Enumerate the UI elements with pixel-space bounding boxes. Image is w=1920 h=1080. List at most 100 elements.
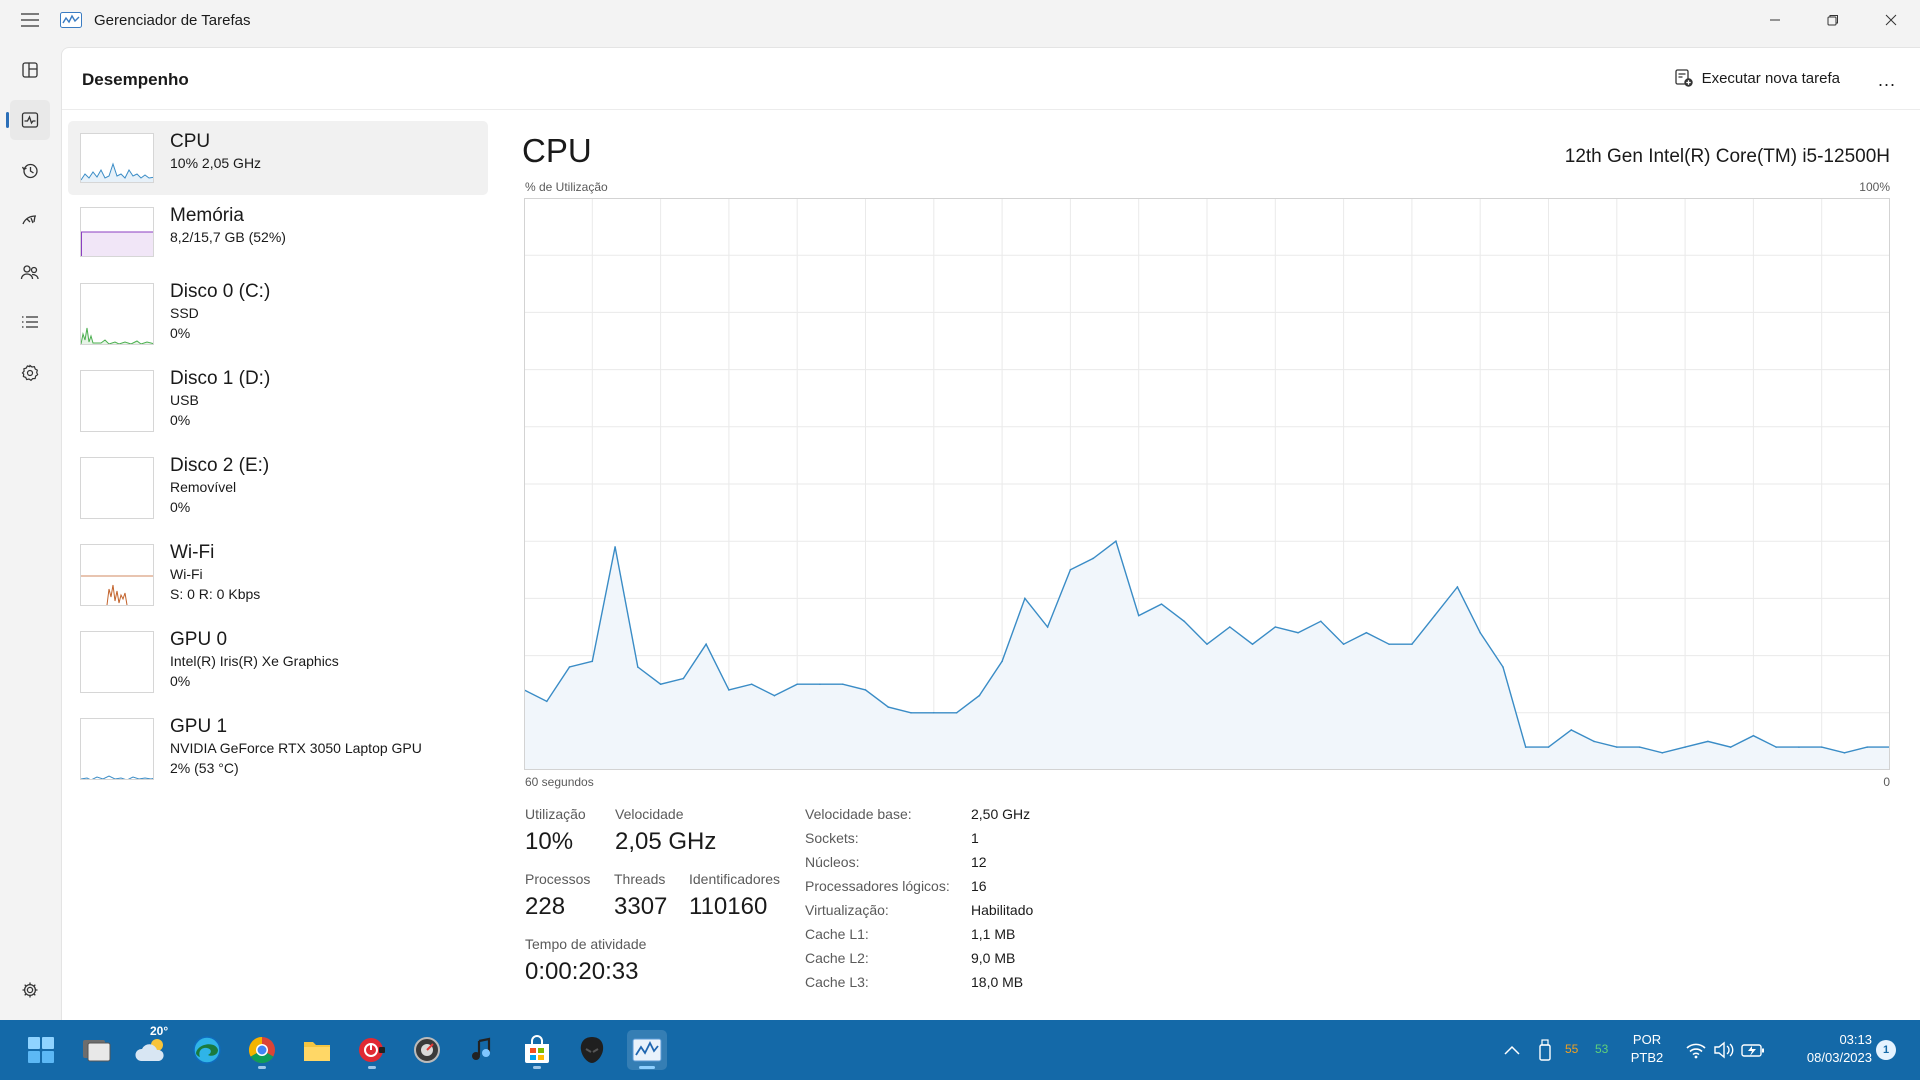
start-button[interactable]	[21, 1030, 61, 1070]
hamburger-icon	[21, 13, 39, 27]
resource-detail: 0%	[170, 673, 191, 689]
tray-temperature-gpu: 53	[1595, 1042, 1609, 1056]
app-red-button[interactable]	[352, 1030, 392, 1070]
task-manager-app-icon	[60, 12, 82, 28]
battery-charging-icon	[1741, 1044, 1764, 1057]
resource-detail: 0%	[170, 499, 191, 515]
close-button[interactable]	[1862, 0, 1920, 40]
history-icon	[21, 163, 38, 179]
cpu-data-point	[796, 683, 798, 685]
cpu-data-point	[1024, 597, 1026, 600]
wifi-icon	[1686, 1043, 1706, 1059]
cpu-data-point	[864, 689, 867, 691]
spec-value: Habilitado	[971, 902, 1034, 918]
resource-detail: USB	[170, 392, 199, 408]
resource-detail: 10% 2,05 GHz	[170, 155, 262, 171]
threads-value: 3307	[614, 893, 668, 920]
minimize-button[interactable]	[1746, 0, 1804, 40]
disk1-resource-text: Disco 1 (D:) USB 0%	[170, 368, 270, 430]
resource-memory[interactable]: Memória 8,2/15,7 GB (52%)	[68, 195, 488, 271]
resource-disk-0[interactable]: Disco 0 (C:) SSD 0%	[68, 271, 488, 358]
cpu-data-point	[1524, 746, 1527, 748]
chrome-button[interactable]	[242, 1030, 282, 1070]
gpu1-resource-text: GPU 1 NVIDIA GeForce RTX 3050 Laptop GPU…	[170, 716, 422, 778]
spec-label: Velocidade base:	[805, 806, 912, 822]
disk0-thumbnail-graph	[80, 283, 154, 345]
cpu-data-point	[1547, 746, 1550, 748]
gauge-app-icon	[414, 1037, 440, 1063]
cpu-data-point	[819, 683, 821, 685]
more-options-button[interactable]: ...	[1872, 66, 1902, 94]
cpu-data-point	[1433, 614, 1436, 617]
details-list-icon	[22, 316, 38, 328]
input-language-button[interactable]: POR PTB2	[1622, 1031, 1672, 1067]
resource-cpu[interactable]: CPU 10% 2,05 GHz	[68, 121, 488, 195]
task-manager-taskbar-button[interactable]	[627, 1030, 667, 1070]
show-hidden-icons-button[interactable]	[1494, 1030, 1530, 1070]
windows-logo-icon	[28, 1037, 54, 1063]
cpu-data-point	[1115, 540, 1117, 542]
cpu-data-point	[1456, 586, 1459, 588]
resource-name: GPU 1	[170, 716, 228, 737]
navigation-rail	[0, 40, 60, 1020]
cpu-data-point	[1843, 752, 1846, 754]
usb-tray-button[interactable]	[1530, 1030, 1560, 1070]
nav-app-history[interactable]	[10, 151, 50, 191]
task-view-button[interactable]	[77, 1030, 117, 1070]
taskbar: 20° 55 53 POR PTB2 03:13 08/03/2023	[0, 1020, 1920, 1080]
disk2-thumbnail-graph	[80, 457, 154, 519]
cpu-data-point	[1342, 643, 1345, 645]
resource-gpu-1[interactable]: GPU 1 NVIDIA GeForce RTX 3050 Laptop GPU…	[68, 706, 488, 793]
menu-button[interactable]	[0, 0, 60, 40]
threads-label: Threads	[614, 871, 666, 887]
resource-wifi[interactable]: Wi-Fi Wi-Fi S: 0 R: 0 Kbps	[68, 532, 488, 619]
minimize-icon	[1770, 19, 1780, 21]
nav-performance[interactable]	[6, 100, 50, 140]
clock-button[interactable]: 03:13 08/03/2023	[1772, 1031, 1872, 1067]
resource-detail: 0%	[170, 412, 191, 428]
close-icon	[1885, 14, 1897, 26]
x-axis-right-label: 0	[1883, 775, 1890, 789]
nav-users[interactable]	[10, 252, 50, 292]
clock-time: 03:13	[1839, 1032, 1872, 1047]
resource-detail: S: 0 R: 0 Kbps	[170, 586, 261, 602]
usb-drive-icon	[1539, 1039, 1551, 1061]
cpu-data-point	[1251, 643, 1254, 645]
uptime-value: 0:00:20:33	[525, 958, 639, 985]
cloud-sun-icon	[135, 1039, 164, 1061]
resource-detail: Intel(R) Iris(R) Xe Graphics	[170, 653, 339, 669]
nav-services[interactable]	[10, 353, 50, 393]
edge-button[interactable]	[187, 1030, 227, 1070]
resource-gpu-0[interactable]: GPU 0 Intel(R) Iris(R) Xe Graphics 0%	[68, 619, 488, 706]
spec-label: Cache L3:	[805, 974, 869, 990]
nav-processes[interactable]	[10, 50, 50, 90]
restore-button[interactable]	[1804, 0, 1862, 40]
resource-name: Disco 2 (E:)	[170, 455, 270, 476]
resource-detail: NVIDIA GeForce RTX 3050 Laptop GPU	[170, 740, 422, 756]
y-axis-max-label: 100%	[1859, 180, 1890, 194]
alienware-app-button[interactable]	[572, 1030, 612, 1070]
cpu-data-point	[705, 643, 707, 645]
resource-disk-2[interactable]: Disco 2 (E:) Removível 0%	[68, 445, 488, 532]
processes-icon	[22, 62, 38, 78]
app-gauge-button[interactable]	[407, 1030, 447, 1070]
quick-settings-button[interactable]	[1680, 1030, 1770, 1070]
nav-startup-apps[interactable]	[10, 201, 50, 241]
notification-badge[interactable]: 1	[1876, 1040, 1896, 1060]
nav-settings[interactable]	[10, 970, 50, 1010]
chrome-browser-icon	[248, 1036, 275, 1064]
uptime-label: Tempo de atividade	[525, 936, 647, 952]
clock-date: 08/03/2023	[1806, 1050, 1872, 1065]
resource-disk-1[interactable]: Disco 1 (D:) USB 0%	[68, 358, 488, 445]
music-app-button[interactable]	[462, 1030, 502, 1070]
file-explorer-button[interactable]	[297, 1030, 337, 1070]
users-icon	[20, 265, 39, 280]
spec-value: 2,50 GHz	[971, 806, 1031, 822]
nav-details[interactable]	[10, 302, 50, 342]
cpu-data-point	[1775, 746, 1777, 748]
run-new-task-button[interactable]: Executar nova tarefa	[1674, 68, 1840, 88]
window-controls	[1746, 0, 1920, 40]
cpu-data-point	[1707, 740, 1709, 743]
store-button[interactable]	[517, 1030, 557, 1070]
disk0-resource-text: Disco 0 (C:) SSD 0%	[170, 281, 270, 343]
